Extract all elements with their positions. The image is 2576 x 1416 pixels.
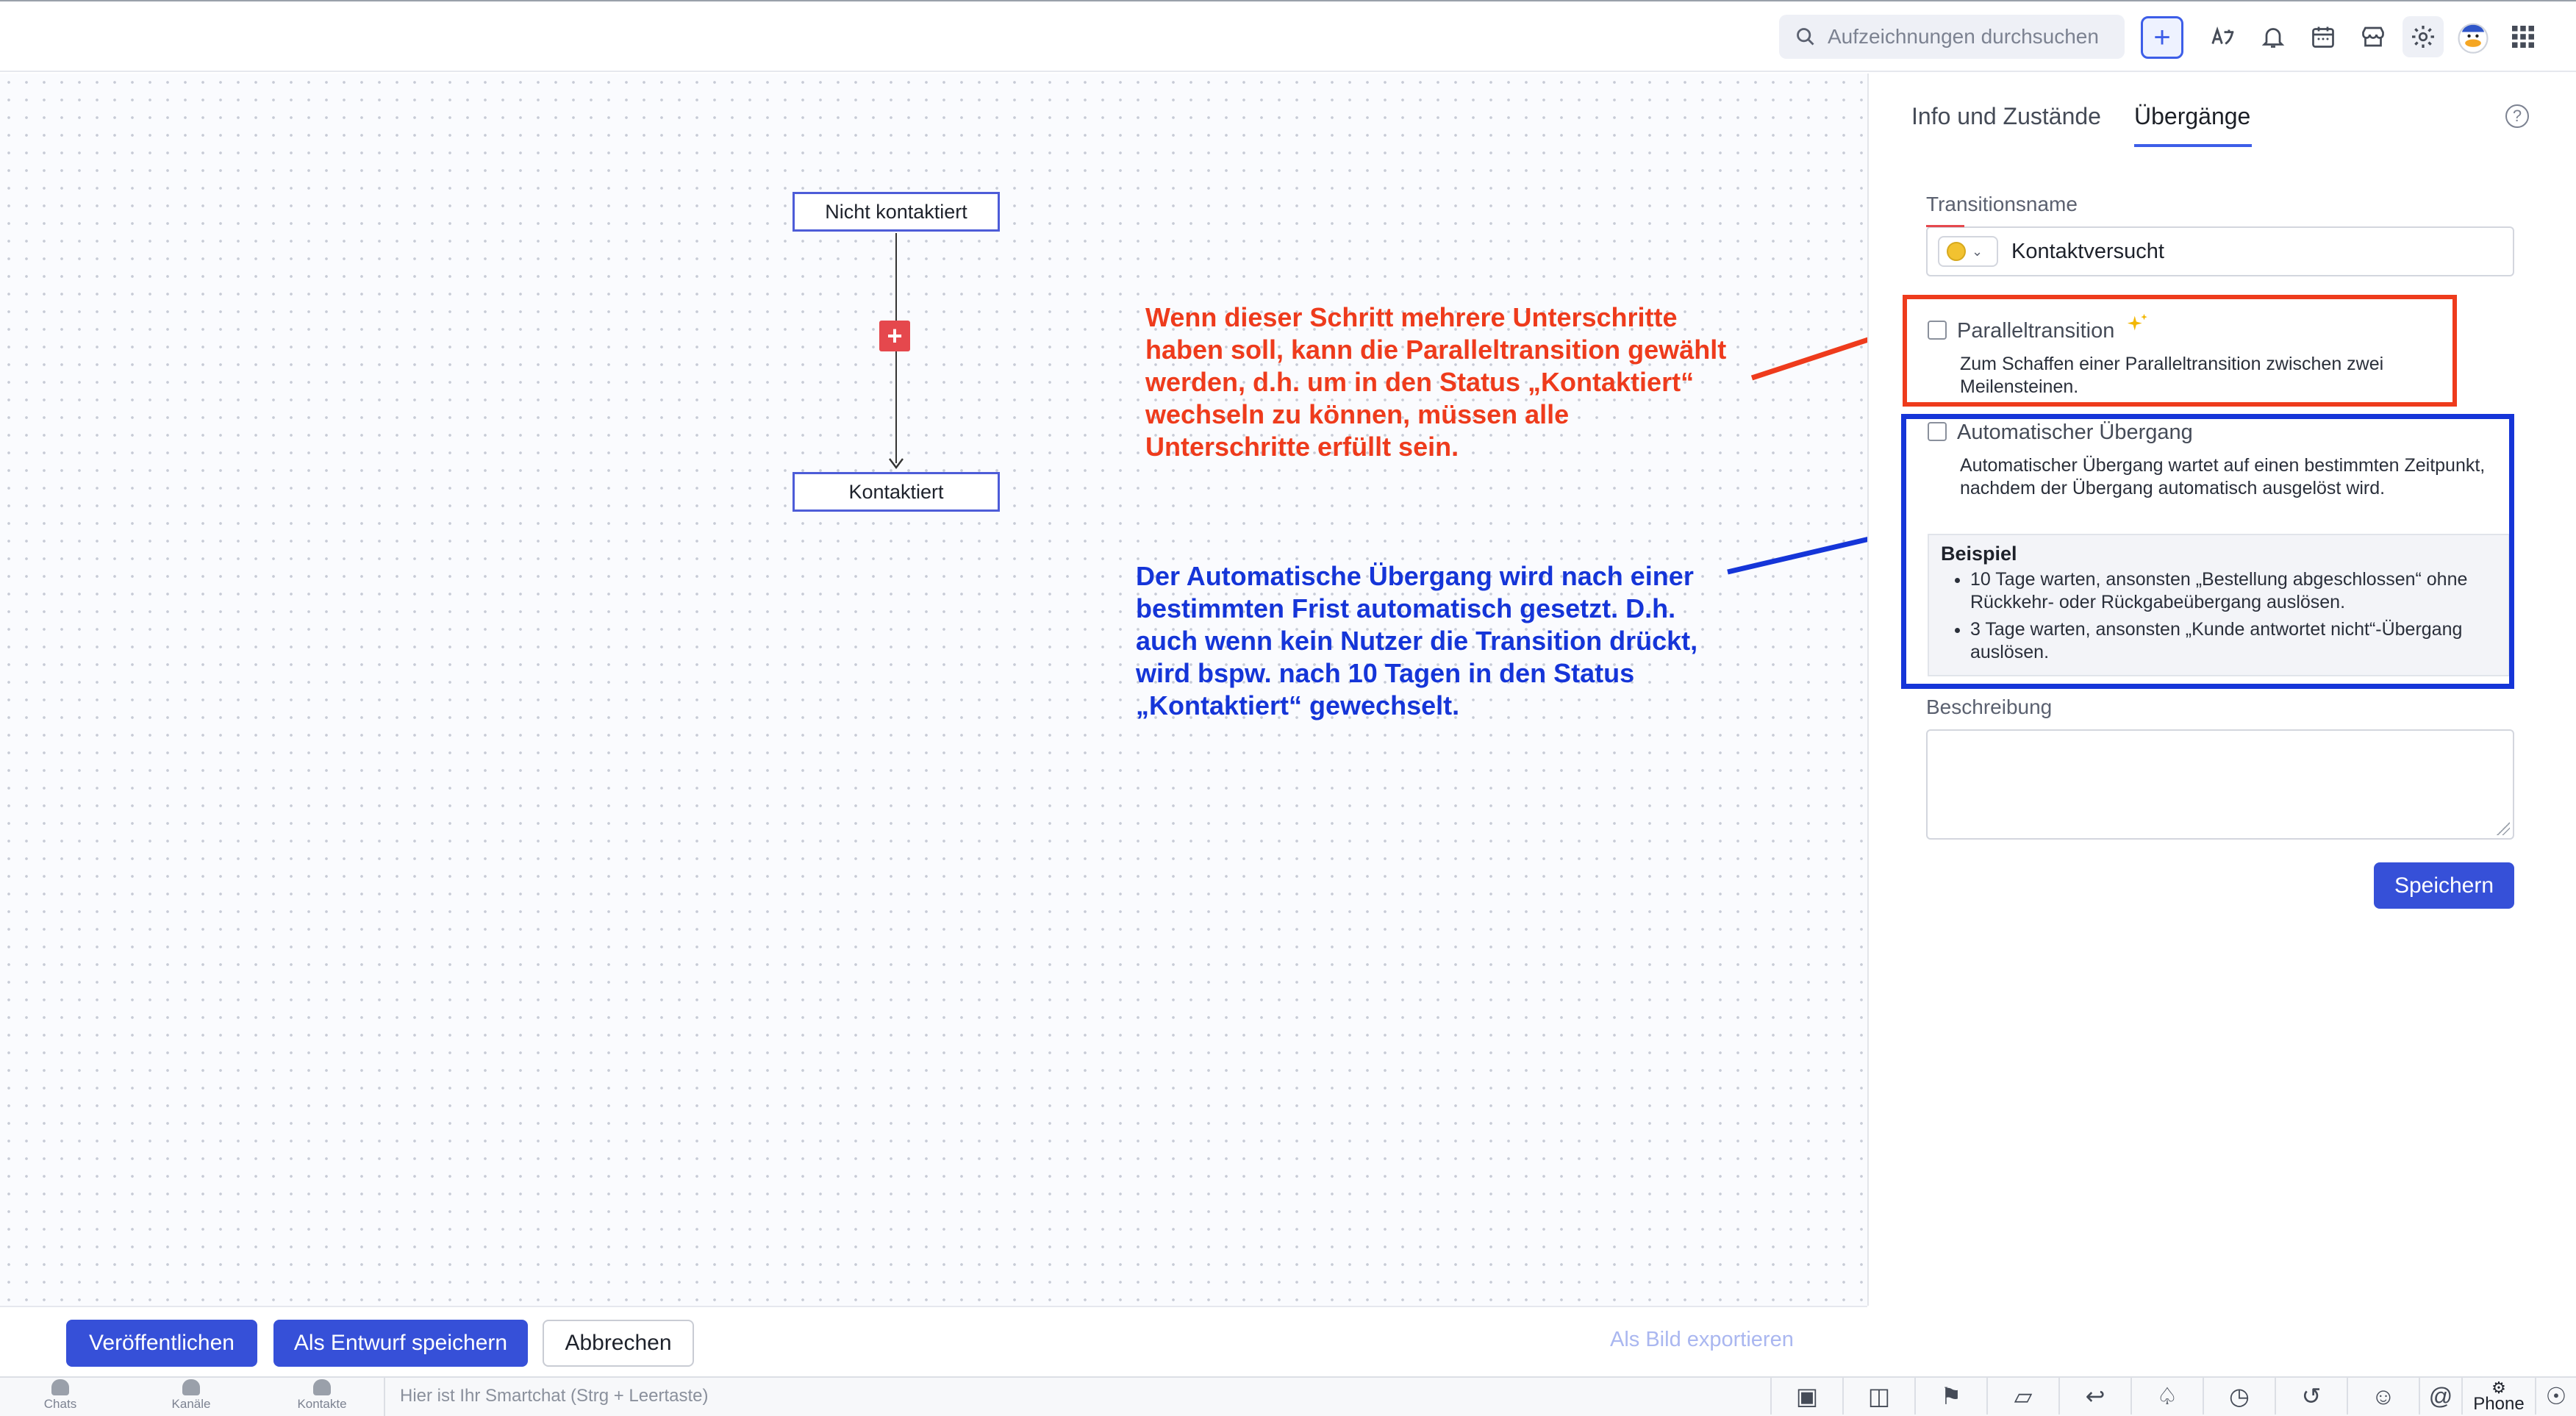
nav-kanaele[interactable]: Kanäle — [154, 1379, 228, 1415]
add-button[interactable]: + — [2141, 16, 2183, 59]
top-bar: Aufzeichnungen durchsuchen + — [0, 0, 2576, 72]
megaphone-icon[interactable]: ⚑ — [1914, 1378, 1986, 1415]
tab-info-zustaende[interactable]: Info und Zustände — [1911, 103, 2101, 130]
alarm-icon[interactable]: ◷ — [2203, 1378, 2275, 1415]
translate-small-icon[interactable]: ♤ — [2130, 1378, 2203, 1415]
accessibility-icon[interactable]: ☺ — [2347, 1378, 2419, 1415]
transition-name-field[interactable]: ⌄ Kontaktversucht — [1926, 226, 2514, 276]
avatar[interactable] — [2452, 16, 2494, 57]
highlight-box-auto — [1901, 414, 2514, 689]
gear-icon[interactable] — [2403, 16, 2444, 57]
search-placeholder: Aufzeichnungen durchsuchen — [1828, 25, 2099, 48]
contacts-icon — [313, 1379, 331, 1395]
phone-button[interactable]: ⚙ Phone — [2461, 1378, 2535, 1415]
flow-icon[interactable]: ↩ — [2058, 1378, 2130, 1415]
description-textarea[interactable] — [1926, 729, 2514, 840]
nav-chats[interactable]: Chats — [24, 1379, 97, 1415]
resize-handle-icon[interactable] — [2497, 822, 2510, 835]
transition-line-top — [895, 233, 897, 321]
color-dot-icon — [1947, 242, 1966, 261]
state-node-kontaktiert[interactable]: Kontaktiert — [793, 472, 1000, 512]
smartchat-input[interactable]: Hier ist Ihr Smartchat (Strg + Leertaste… — [384, 1376, 1766, 1416]
apps-grid-icon[interactable] — [2502, 16, 2544, 57]
export-image-link[interactable]: Als Bild exportieren — [1610, 1328, 1794, 1352]
monitor-icon[interactable]: ▣ — [1770, 1378, 1842, 1415]
color-picker[interactable]: ⌄ — [1938, 236, 1998, 267]
history-icon[interactable]: ↺ — [2275, 1378, 2347, 1415]
translate-icon[interactable] — [2203, 16, 2244, 57]
search-icon — [1797, 28, 1814, 46]
state-node-nicht-kontaktiert[interactable]: Nicht kontaktiert — [793, 192, 1000, 232]
transition-name-value: Kontaktversucht — [2011, 239, 2164, 263]
transition-name-label: Transitionsname — [1926, 193, 2078, 215]
mention-icon[interactable]: @ — [2419, 1378, 2461, 1415]
help-icon[interactable]: ? — [2505, 104, 2529, 128]
nav-kontakte[interactable]: Kontakte — [285, 1379, 359, 1415]
transition-line-bottom — [895, 351, 897, 463]
shield-icon[interactable]: ☉ — [2535, 1378, 2576, 1415]
highlight-box-parallel — [1903, 295, 2457, 407]
calendar-icon[interactable] — [2303, 16, 2344, 57]
annotation-auto: Der Automatische Übergang wird nach eine… — [1136, 561, 1698, 720]
search-box[interactable]: Aufzeichnungen durchsuchen — [1779, 15, 2125, 59]
cancel-button[interactable]: Abbrechen — [543, 1320, 694, 1367]
analytics-icon[interactable]: ▱ — [1986, 1378, 2058, 1415]
arrowhead-icon — [889, 458, 904, 469]
chevron-down-icon: ⌄ — [1972, 243, 1983, 259]
save-draft-button[interactable]: Als Entwurf speichern — [273, 1320, 528, 1367]
save-button[interactable]: Speichern — [2374, 862, 2514, 909]
required-marker — [1926, 225, 1964, 227]
active-tab-indicator — [2134, 144, 2252, 147]
add-transition-button[interactable]: + — [879, 321, 910, 351]
annotation-parallel: Wenn dieser Schritt mehrere Unterschritt… — [1145, 302, 1727, 462]
description-label: Beschreibung — [1926, 696, 2053, 718]
tab-uebergaenge[interactable]: Übergänge — [2134, 103, 2250, 130]
chat-icon — [51, 1379, 69, 1395]
bell-icon[interactable] — [2253, 16, 2294, 57]
publish-button[interactable]: Veröffentlichen — [66, 1320, 257, 1367]
marketplace-icon[interactable] — [2353, 16, 2394, 57]
channels-icon — [182, 1379, 200, 1395]
screen-share-icon[interactable]: ◫ — [1842, 1378, 1914, 1415]
